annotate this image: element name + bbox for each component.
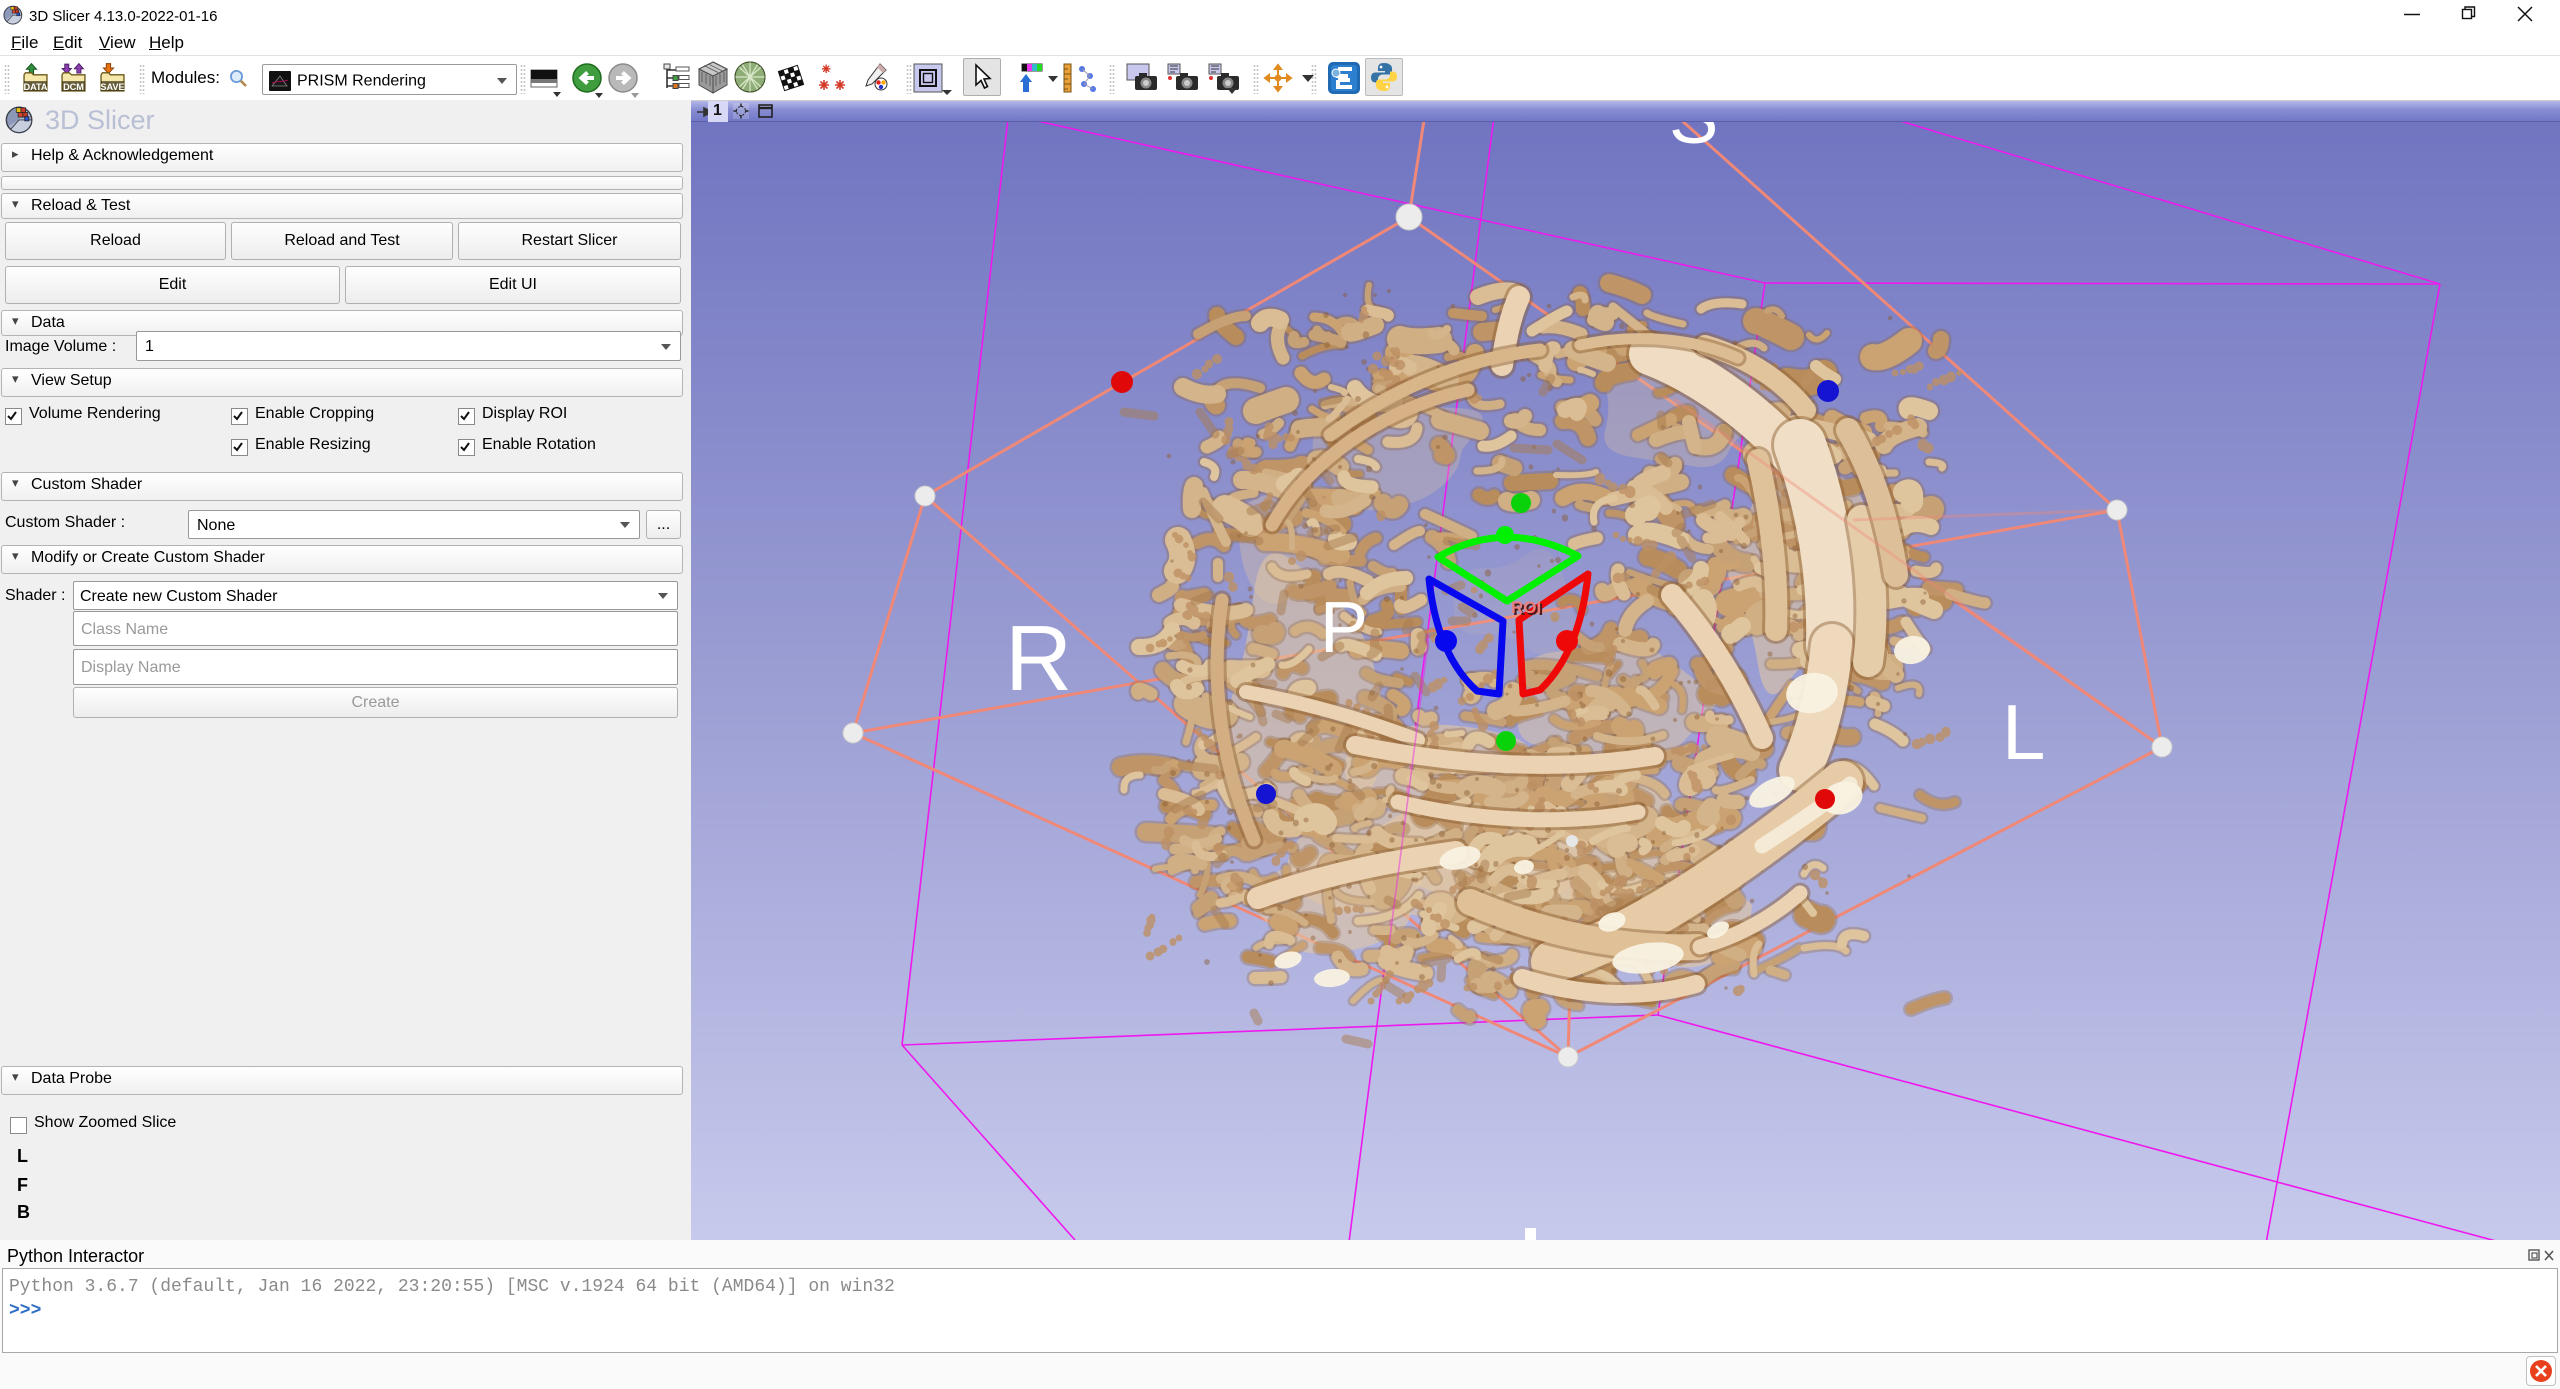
svg-text:R: R xyxy=(1005,606,1072,710)
svg-text:L: L xyxy=(2002,688,2045,776)
svg-text:DCM: DCM xyxy=(63,82,84,92)
svg-text:SAVE: SAVE xyxy=(100,82,124,92)
svg-text:ROI: ROI xyxy=(1511,598,1541,617)
svg-text:DATA: DATA xyxy=(23,82,47,92)
svg-text:S: S xyxy=(1669,122,1718,159)
svg-text:P: P xyxy=(1320,588,1368,668)
